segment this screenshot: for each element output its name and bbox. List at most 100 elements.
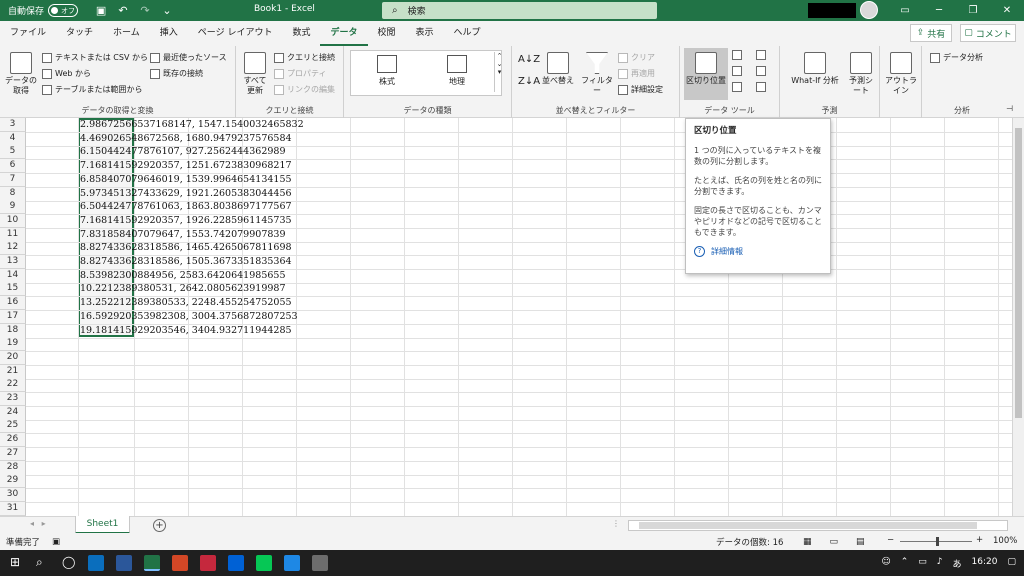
sort-descending-button[interactable]: Z↓A — [518, 76, 540, 87]
page-break-view-icon[interactable]: ▤ — [856, 537, 865, 547]
ribbon-display-icon[interactable]: ▭ — [888, 0, 922, 21]
zoom-in-icon[interactable]: + — [976, 535, 983, 545]
zoom-out-icon[interactable]: − — [887, 535, 894, 545]
advanced-filter-button[interactable]: 詳細設定 — [618, 84, 663, 95]
edit-links-button[interactable]: リンクの編集 — [274, 84, 335, 95]
remove-duplicates-button[interactable] — [732, 66, 745, 76]
normal-view-icon[interactable]: ▦ — [803, 537, 812, 547]
data-analysis-button[interactable]: データ分析 — [930, 52, 983, 63]
tooltip-more-info-link[interactable]: ? 詳細情報 — [694, 246, 822, 257]
save-icon[interactable]: ▣ — [90, 4, 112, 17]
row-header[interactable]: 25 — [0, 419, 26, 433]
geography-button[interactable]: 地理 — [427, 55, 487, 87]
sheet-nav-arrows-icon[interactable]: ◂ ▸ — [30, 519, 46, 528]
cell-value[interactable]: 16.5929203539823​08, 3004.3756872807253 — [80, 311, 298, 323]
close-icon[interactable]: ✕ — [990, 0, 1024, 21]
cell-value[interactable]: 8.82743362831858​6, 1505.3673351835364 — [80, 256, 292, 268]
row-header[interactable]: 5 — [0, 145, 26, 159]
cell-value[interactable]: 5.97345132743362​9, 1921.2605383044456 — [80, 188, 292, 200]
row-header[interactable]: 11 — [0, 228, 26, 242]
tray-chevron-icon[interactable]: ⌃ — [901, 557, 909, 570]
forecast-sheet-button[interactable]: 予測シート — [846, 52, 876, 96]
row-header[interactable]: 30 — [0, 488, 26, 502]
minimize-icon[interactable]: ─ — [922, 0, 956, 21]
row-header[interactable]: 3 — [0, 118, 26, 132]
data-model-button[interactable] — [756, 82, 769, 92]
existing-connections-button[interactable]: 既存の接続 — [150, 68, 203, 79]
what-if-button[interactable]: What-If 分析 — [786, 52, 844, 86]
zoom-slider-thumb[interactable] — [936, 537, 939, 546]
row-header[interactable]: 4 — [0, 132, 26, 146]
vertical-scrollbar[interactable] — [1012, 118, 1024, 516]
task-view-icon[interactable]: ◯ — [62, 555, 78, 571]
worksheet-grid[interactable]: 3 4 5 6 7 8 9 10 11 12 13 14 15 16 17 18 19 20 21 22 23 24 25 2… — [0, 118, 1012, 516]
tab-page-layout[interactable]: ページ レイアウト — [188, 21, 283, 46]
tray-volume-icon[interactable]: ♪ — [937, 557, 943, 570]
tab-touch[interactable]: タッチ — [56, 21, 103, 46]
collapse-ribbon-icon[interactable]: ⊣ — [1006, 104, 1013, 113]
account-name-redacted[interactable] — [808, 3, 856, 18]
horizontal-scrollbar[interactable] — [628, 520, 1008, 531]
cell-value[interactable]: 13.2522123893805​33, 2248.455254752055 — [80, 297, 292, 309]
macro-record-icon[interactable]: ▣ — [52, 537, 60, 547]
cell-value[interactable]: 2.98672566537168147, 1547.1540032465832 — [80, 119, 304, 131]
restore-icon[interactable]: ❐ — [956, 0, 990, 21]
windows-start-icon[interactable]: ⊞ — [10, 555, 26, 571]
data-validation-button[interactable] — [732, 82, 745, 92]
cell-value[interactable]: 4.46902654867256​8, 1680.9479237576584 — [80, 133, 292, 145]
row-header[interactable]: 17 — [0, 310, 26, 324]
row-header[interactable]: 13 — [0, 255, 26, 269]
add-sheet-icon[interactable]: + — [153, 519, 166, 532]
row-header[interactable]: 28 — [0, 461, 26, 475]
comment-button[interactable]: ▢ コメント — [960, 24, 1016, 42]
stocks-button[interactable]: 株式 — [357, 55, 417, 87]
row-header[interactable]: 27 — [0, 447, 26, 461]
row-header[interactable]: 16 — [0, 296, 26, 310]
cell-value[interactable]: 8.82743362831858​6, 1465.4265067811698 — [80, 242, 292, 254]
customize-qat-icon[interactable]: ⌄ — [156, 4, 178, 17]
clear-button[interactable]: クリア — [618, 52, 655, 63]
row-header[interactable]: 12 — [0, 241, 26, 255]
reapply-button[interactable]: 再適用 — [618, 68, 655, 79]
outline-button[interactable]: アウトライン — [884, 52, 918, 96]
redo-icon[interactable]: ↷ — [134, 4, 156, 17]
row-header[interactable]: 23 — [0, 392, 26, 406]
tray-time[interactable]: 16:20 — [972, 557, 998, 570]
row-header[interactable]: 31 — [0, 502, 26, 516]
sort-ascending-button[interactable]: A↓Z — [518, 54, 540, 65]
row-header[interactable]: 24 — [0, 406, 26, 420]
row-header[interactable]: 18 — [0, 324, 26, 338]
notification-icon[interactable]: ▢ — [1007, 557, 1016, 570]
row-header[interactable]: 22 — [0, 378, 26, 392]
row-header[interactable]: 14 — [0, 269, 26, 283]
zoom-level[interactable]: 100% — [993, 536, 1017, 546]
cell-value[interactable]: 6.85840707964601​9, 1539.9964654134155 — [80, 174, 292, 186]
avatar[interactable] — [860, 1, 878, 19]
tab-data[interactable]: データ — [320, 21, 368, 46]
from-web-button[interactable]: Web から — [42, 68, 91, 79]
relationships-button[interactable] — [756, 66, 769, 76]
cell-value[interactable]: 10.2212389380531, 2642.0805623919987 — [80, 283, 286, 295]
tab-insert[interactable]: 挿入 — [150, 21, 188, 46]
cell-value[interactable]: 19.1814159292035​46, 3404.932711944285 — [80, 325, 292, 337]
refresh-all-button[interactable]: すべて更新 — [240, 52, 270, 96]
tab-file[interactable]: ファイル — [0, 21, 56, 46]
sheet-tab-sheet1[interactable]: Sheet1 — [75, 516, 130, 534]
row-header[interactable]: 26 — [0, 433, 26, 447]
cell-value[interactable]: 7.16814159292035​7, 1926.2285961145735 — [80, 215, 292, 227]
undo-icon[interactable]: ↶ — [112, 4, 134, 17]
tab-split-handle-icon[interactable]: ⋮ — [612, 519, 620, 528]
edge-icon[interactable] — [88, 555, 104, 571]
filter-button[interactable]: フィルター — [578, 52, 616, 96]
excel-icon[interactable] — [144, 555, 160, 571]
get-data-button[interactable]: データの取得 — [4, 52, 38, 96]
mail-icon[interactable] — [200, 555, 216, 571]
powerpoint-icon[interactable] — [172, 555, 188, 571]
vertical-scroll-thumb[interactable] — [1015, 128, 1022, 418]
gallery-scroll[interactable]: ⌃ ⌄ ▾ — [494, 52, 504, 92]
row-header[interactable]: 8 — [0, 187, 26, 201]
consolidate-button[interactable] — [756, 50, 769, 60]
cell-value[interactable]: 8.53982300884956, 2583.6420641985655 — [80, 270, 286, 282]
tray-network-icon[interactable]: ▭ — [918, 557, 927, 570]
autosave-toggle[interactable]: オフ — [48, 4, 79, 17]
